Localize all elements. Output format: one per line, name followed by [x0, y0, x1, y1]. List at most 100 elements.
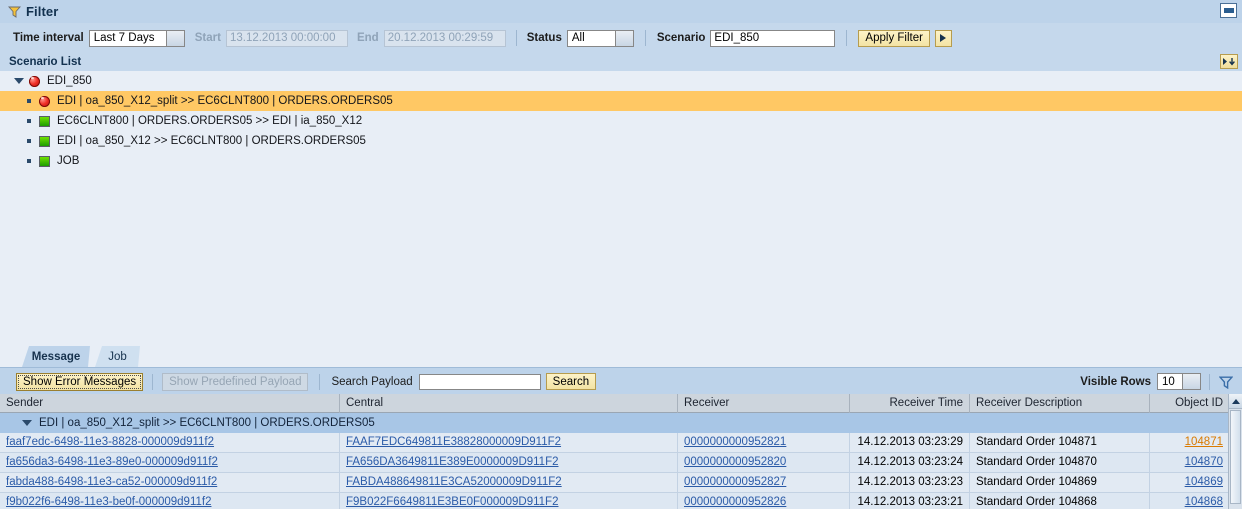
filter-controls-row: Time interval Last 7 Days Start 13.12.20…: [0, 23, 1242, 54]
scenario-tree-item-label: EC6CLNT800 | ORDERS.ORDERS05 >> EDI | ia…: [57, 115, 363, 127]
filter-more-button[interactable]: [934, 29, 952, 47]
object-id-link[interactable]: 104870: [1185, 456, 1223, 468]
cell-receiver-time: 14.12.2013 03:23:24: [850, 453, 970, 472]
cell-receiver: 0000000000952827: [678, 473, 850, 492]
bullet-icon: [27, 139, 31, 143]
status-error-icon: [29, 75, 40, 87]
status-ok-icon: [39, 135, 50, 147]
start-date-field: 13.12.2013 00:00:00: [225, 29, 348, 47]
cell-receiver-time: 14.12.2013 03:23:23: [850, 473, 970, 492]
cell-receiver-time: 14.12.2013 03:23:21: [850, 493, 970, 509]
status-select[interactable]: All: [566, 29, 634, 47]
chevron-down-icon[interactable]: [22, 420, 32, 426]
table-group-row[interactable]: EDI | oa_850_X12_split >> EC6CLNT800 | O…: [0, 413, 1229, 434]
receiver-link[interactable]: 0000000000952827: [684, 476, 786, 488]
table-row[interactable]: faaf7edc-6498-11e3-8828-000009d911f2 FAA…: [0, 433, 1229, 453]
visible-rows-value: 10: [1162, 375, 1175, 388]
column-header-receiver-time[interactable]: Receiver Time: [850, 394, 970, 413]
cell-central: FAAF7EDC649811E38828000009D911F2: [340, 433, 678, 452]
cell-receiver-description: Standard Order 104868: [970, 493, 1150, 509]
filter-panel-header: Filter: [0, 0, 1242, 24]
scenario-list-header: Scenario List: [0, 53, 1242, 72]
status-value: All: [571, 32, 585, 44]
cell-receiver-description: Standard Order 104870: [970, 453, 1150, 472]
tab-job[interactable]: Job: [95, 346, 140, 367]
object-id-link[interactable]: 104868: [1185, 496, 1223, 508]
sender-link[interactable]: faaf7edc-6498-11e3-8828-000009d911f2: [6, 436, 214, 448]
message-toolbar: Show Error Messages Show Predefined Payl…: [0, 367, 1242, 395]
scenario-tree-item-label: JOB: [57, 155, 80, 167]
cell-receiver-description: Standard Order 104871: [970, 433, 1150, 452]
tabstrip: Message Job: [0, 343, 1242, 367]
message-table: Sender Central Receiver Receiver Time Re…: [0, 394, 1242, 509]
scenario-tree-item-2[interactable]: EC6CLNT800 | ORDERS.ORDERS05 >> EDI | ia…: [0, 111, 1242, 131]
central-link[interactable]: FAAF7EDC649811E38828000009D911F2: [346, 436, 561, 448]
receiver-link[interactable]: 0000000000952820: [684, 456, 786, 468]
object-id-link[interactable]: 104871: [1185, 436, 1223, 448]
scenario-list-body: EDI_850 EDI | oa_850_X12_split >> EC6CLN…: [0, 71, 1242, 343]
central-link[interactable]: F9B022F6649811E3BE0F000009D911F2: [346, 496, 558, 508]
receiver-link[interactable]: 0000000000952826: [684, 496, 786, 508]
end-label: End: [356, 32, 379, 44]
cell-receiver: 0000000000952826: [678, 493, 850, 509]
scenario-list-title: Scenario List: [9, 56, 82, 68]
scenario-tree-item-1[interactable]: EDI | oa_850_X12_split >> EC6CLNT800 | O…: [0, 91, 1242, 111]
application-root: Filter Time interval Last 7 Days Start 1…: [0, 0, 1242, 509]
column-header-object-id[interactable]: Object ID: [1150, 394, 1229, 413]
cell-receiver: 0000000000952820: [678, 453, 850, 472]
column-header-receiver[interactable]: Receiver: [678, 394, 850, 413]
chevron-down-icon[interactable]: [1182, 374, 1200, 389]
sender-link[interactable]: fa656da3-6498-11e3-89e0-000009d911f2: [6, 456, 218, 468]
chevron-down-icon[interactable]: [614, 30, 633, 46]
cell-central: FA656DA3649811E389E0000009D911F2: [340, 453, 678, 472]
tab-message[interactable]: Message: [22, 346, 90, 367]
central-link[interactable]: FABDA488649811E3CA52000009D911F2: [346, 476, 562, 488]
receiver-link[interactable]: 0000000000952821: [684, 436, 786, 448]
table-filter-icon[interactable]: [1219, 375, 1233, 389]
cell-sender: faaf7edc-6498-11e3-8828-000009d911f2: [0, 433, 340, 452]
show-predefined-payload-button: Show Predefined Payload: [162, 372, 309, 391]
sender-link[interactable]: fabda488-6498-11e3-ca52-000009d911f2: [6, 476, 217, 488]
minimize-button[interactable]: [1220, 3, 1237, 18]
personalize-button[interactable]: [1220, 54, 1238, 69]
column-header-sender[interactable]: Sender: [0, 394, 340, 413]
object-id-link[interactable]: 104869: [1185, 476, 1223, 488]
table-row[interactable]: f9b022f6-6498-11e3-be0f-000009d911f2 F9B…: [0, 493, 1229, 509]
scenario-tree-item-0[interactable]: EDI_850: [0, 71, 1242, 91]
chevron-down-icon[interactable]: [14, 78, 24, 84]
search-payload-input[interactable]: [418, 373, 541, 390]
visible-rows-label: Visible Rows: [1080, 375, 1151, 388]
scenario-input[interactable]: EDI_850: [710, 29, 836, 47]
scenario-tree-item-label: EDI | oa_850_X12_split >> EC6CLNT800 | O…: [57, 95, 393, 107]
table-row[interactable]: fabda488-6498-11e3-ca52-000009d911f2 FAB…: [0, 473, 1229, 493]
apply-filter-button[interactable]: Apply Filter: [858, 29, 930, 47]
cell-receiver-time: 14.12.2013 03:23:29: [850, 433, 970, 452]
search-button[interactable]: Search: [545, 373, 597, 390]
time-interval-value: Last 7 Days: [93, 32, 155, 44]
column-header-receiver-description[interactable]: Receiver Description: [970, 394, 1150, 413]
time-interval-select[interactable]: Last 7 Days: [88, 29, 185, 47]
search-payload-label: Search Payload: [331, 375, 413, 388]
cell-central: F9B022F6649811E3BE0F000009D911F2: [340, 493, 678, 509]
cell-receiver: 0000000000952821: [678, 433, 850, 452]
table-group-row-label: EDI | oa_850_X12_split >> EC6CLNT800 | O…: [39, 417, 375, 429]
visible-rows-select[interactable]: 10: [1157, 373, 1201, 390]
status-ok-icon: [39, 155, 50, 167]
cell-central: FABDA488649811E3CA52000009D911F2: [340, 473, 678, 492]
chevron-down-icon[interactable]: [165, 30, 184, 46]
scrollbar-thumb[interactable]: [1230, 410, 1241, 504]
scroll-up-button[interactable]: [1229, 394, 1242, 409]
scenario-tree-item-4[interactable]: JOB: [0, 151, 1242, 171]
cell-receiver-description: Standard Order 104869: [970, 473, 1150, 492]
cell-object-id: 104870: [1150, 453, 1229, 472]
table-row[interactable]: fa656da3-6498-11e3-89e0-000009d911f2 FA6…: [0, 453, 1229, 473]
column-header-central[interactable]: Central: [340, 394, 678, 413]
table-vertical-scrollbar[interactable]: [1228, 394, 1242, 509]
bullet-icon: [27, 119, 31, 123]
central-link[interactable]: FA656DA3649811E389E0000009D911F2: [346, 456, 559, 468]
show-error-messages-button[interactable]: Show Error Messages: [16, 372, 144, 391]
status-error-icon: [39, 95, 50, 107]
scenario-tree-item-label: EDI | oa_850_X12 >> EC6CLNT800 | ORDERS.…: [57, 135, 366, 147]
sender-link[interactable]: f9b022f6-6498-11e3-be0f-000009d911f2: [6, 496, 211, 508]
scenario-tree-item-3[interactable]: EDI | oa_850_X12 >> EC6CLNT800 | ORDERS.…: [0, 131, 1242, 151]
